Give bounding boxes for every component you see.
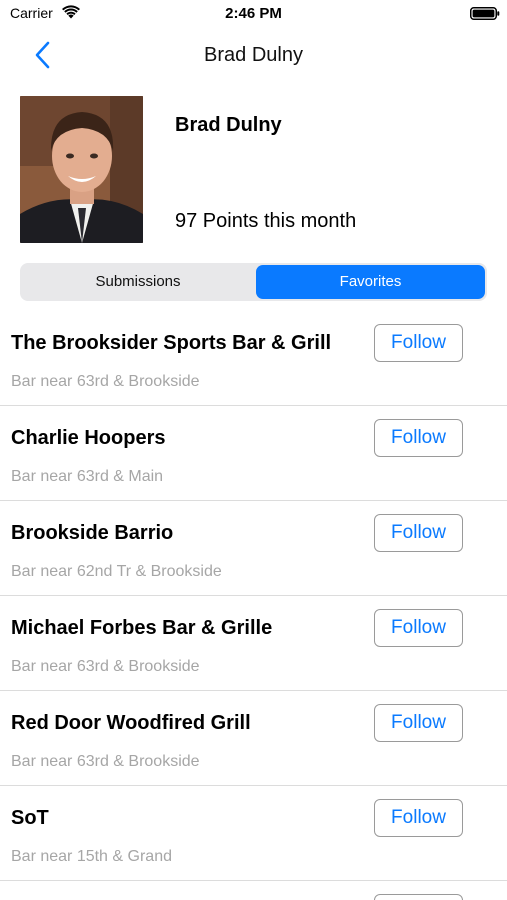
- list-item[interactable]: The Brooksider Sports Bar & Grill Bar ne…: [0, 311, 507, 406]
- follow-button[interactable]: Follow: [374, 799, 463, 837]
- list-item-title: The Brooksider Sports Bar & Grill: [11, 332, 332, 354]
- list-item-subtitle: Bar near 63rd & Brookside: [11, 658, 200, 675]
- favorites-list: The Brooksider Sports Bar & Grill Bar ne…: [0, 311, 507, 900]
- list-item[interactable]: SoT Bar near 15th & Grand Follow: [0, 786, 507, 881]
- list-item-subtitle: Bar near 63rd & Main: [11, 468, 164, 485]
- list-item-title: Michael Forbes Bar & Grille: [11, 617, 273, 639]
- follow-button[interactable]: Follow: [374, 324, 463, 362]
- battery-icon: [470, 7, 500, 20]
- app-screen: Carrier 2:46 PM Brad Dulny Brad Dulny 97…: [0, 0, 507, 900]
- list-item[interactable]: Michael Forbes Bar & Grille Bar near 63r…: [0, 596, 507, 691]
- list-item-title: Charlie Hoopers: [11, 427, 166, 449]
- navigation-bar: Brad Dulny: [0, 28, 507, 84]
- list-item-title: Brookside Barrio: [11, 522, 174, 544]
- segmented-control: Submissions Favorites: [20, 263, 487, 301]
- list-item-subtitle: Bar near 63rd & Brookside: [11, 753, 200, 770]
- follow-button[interactable]: Follow: [374, 704, 463, 742]
- avatar: [20, 96, 143, 243]
- follow-button-partial[interactable]: [374, 894, 463, 900]
- list-item-subtitle: Bar near 62nd Tr & Brookside: [11, 563, 222, 580]
- profile-name: Brad Dulny: [175, 114, 282, 136]
- profile-header: Brad Dulny 97 Points this month: [0, 96, 507, 246]
- segment-favorites[interactable]: Favorites: [256, 265, 485, 299]
- follow-button[interactable]: Follow: [374, 514, 463, 552]
- follow-button[interactable]: Follow: [374, 609, 463, 647]
- list-item-subtitle: Bar near 63rd & Brookside: [11, 373, 200, 390]
- status-bar: Carrier 2:46 PM: [0, 0, 507, 28]
- nav-title: Brad Dulny: [204, 44, 303, 66]
- profile-points: 97 Points this month: [175, 210, 357, 232]
- status-time: 2:46 PM: [225, 5, 282, 22]
- list-item[interactable]: Charlie Hoopers Bar near 63rd & Main Fol…: [0, 406, 507, 501]
- list-item-title: SoT: [11, 807, 49, 829]
- list-item-title: Red Door Woodfired Grill: [11, 712, 251, 734]
- list-item-partial[interactable]: [0, 881, 507, 900]
- list-item-subtitle: Bar near 15th & Grand: [11, 848, 172, 865]
- segment-submissions[interactable]: Submissions: [22, 265, 254, 299]
- list-item[interactable]: Red Door Woodfired Grill Bar near 63rd &…: [0, 691, 507, 786]
- list-item[interactable]: Brookside Barrio Bar near 62nd Tr & Broo…: [0, 501, 507, 596]
- follow-button[interactable]: Follow: [374, 419, 463, 457]
